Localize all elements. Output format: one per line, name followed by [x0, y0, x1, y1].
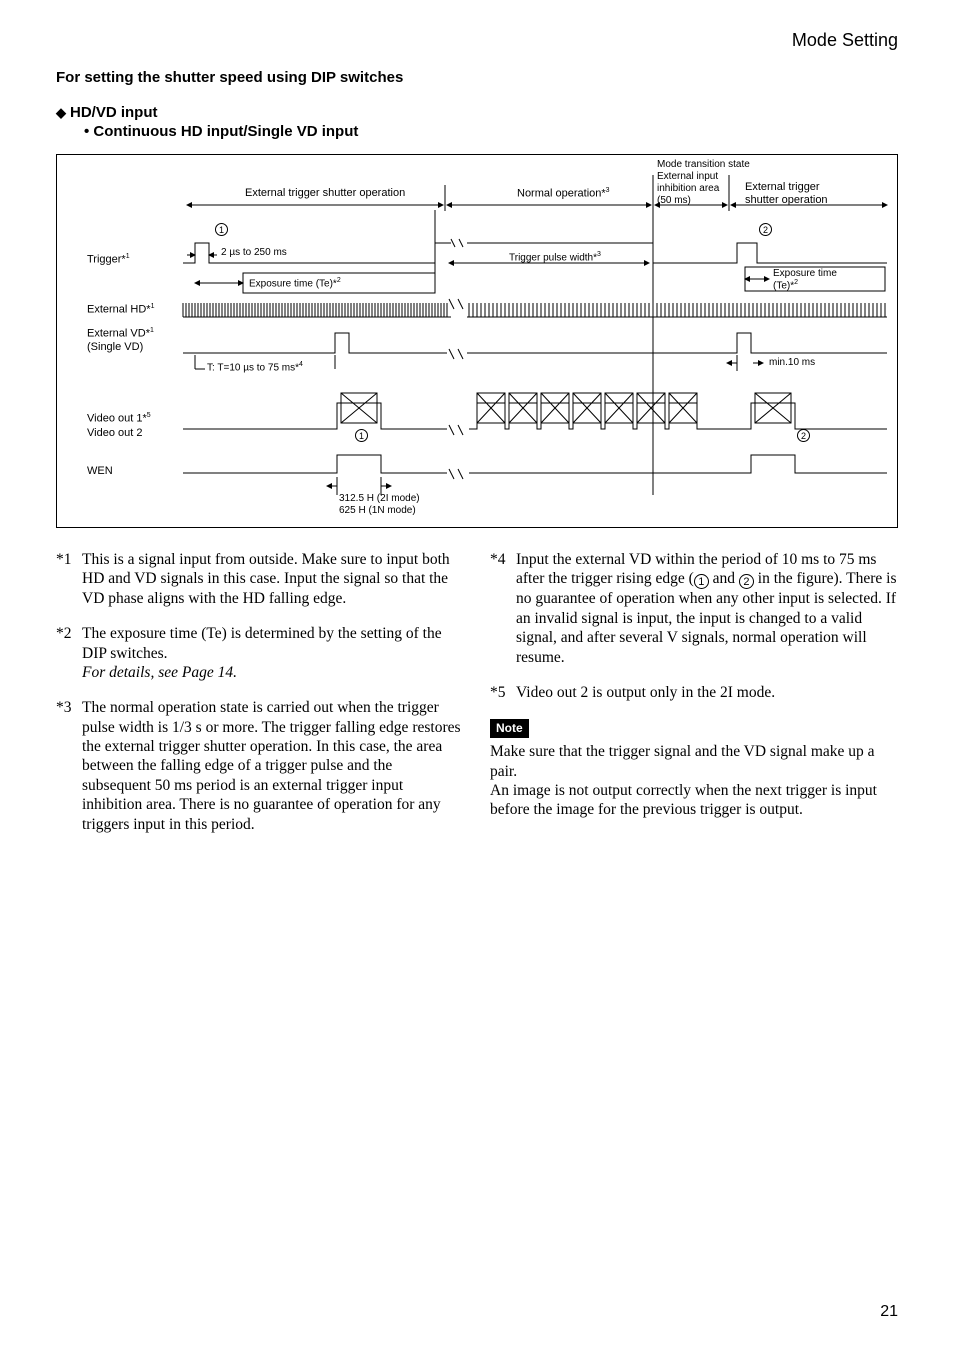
- marker-circ-2-top: 2: [759, 223, 772, 236]
- header-title: Mode Setting: [56, 30, 898, 51]
- marker-circ-2-video: 2: [797, 429, 810, 442]
- footnote-2: *2 The exposure time (Te) is determined …: [56, 624, 464, 682]
- label-min10: min.10 ms: [769, 357, 815, 368]
- label-t-period: T: T=10 µs to 75 ms*4: [207, 361, 303, 373]
- label-pulse-range: 2 µs to 250 ms: [221, 247, 287, 258]
- marker-circ-1-text: 1: [694, 574, 709, 589]
- label-bottom-h: 312.5 H (2I mode) 625 H (1N mode): [339, 493, 420, 517]
- footnotes-columns: *1 This is a signal input from outside. …: [56, 550, 898, 850]
- marker-circ-2-text: 2: [739, 574, 754, 589]
- note-section: Note Make sure that the trigger signal a…: [490, 718, 898, 820]
- label-normal-op: Normal operation*3: [517, 187, 610, 200]
- footnote-4: *4 Input the external VD within the peri…: [490, 550, 898, 667]
- footnote-1: *1 This is a signal input from outside. …: [56, 550, 464, 608]
- label-trigger-pulse-width: Trigger pulse width*3: [509, 251, 601, 263]
- label-video-out: Video out 1*5 Video out 2: [87, 411, 151, 440]
- note-body-2: An image is not output correctly when th…: [490, 781, 898, 820]
- marker-circ-1-top: 1: [215, 223, 228, 236]
- label-exposure-time: Exposure time (Te)*2: [249, 277, 341, 289]
- timing-diagram: External trigger shutter operation Norma…: [56, 154, 898, 528]
- diamond-icon: ◆: [56, 105, 66, 120]
- section-title: For setting the shutter speed using DIP …: [56, 69, 898, 86]
- footnote-3: *3 The normal operation state is carried…: [56, 698, 464, 834]
- page-number: 21: [880, 1303, 898, 1321]
- note-body-1: Make sure that the trigger signal and th…: [490, 742, 898, 781]
- marker-circ-1-video: 1: [355, 429, 368, 442]
- label-ext-vd: External VD*1 (Single VD): [87, 327, 154, 354]
- sub1-text: HD/VD input: [70, 104, 158, 121]
- label-mode-transition: Mode transition state External input inh…: [657, 159, 750, 207]
- timing-svg: [57, 155, 897, 527]
- note-badge: Note: [490, 719, 529, 738]
- footnote-5: *5 Video out 2 is output only in the 2I …: [490, 683, 898, 702]
- sub-heading-continuous: • Continuous HD input/Single VD input: [84, 123, 898, 140]
- label-ext-trigger-op: External trigger shutter operation: [245, 187, 405, 199]
- sub-heading-hdvd: ◆ HD/VD input: [56, 104, 898, 121]
- label-exposure-time-right: Exposure time (Te)*2: [773, 268, 837, 291]
- label-ext-hd: External HD*1: [87, 303, 154, 316]
- label-ext-trigger-op-right: External trigger shutter operation: [745, 181, 828, 207]
- label-trigger: Trigger*1: [87, 253, 130, 266]
- label-wen: WEN: [87, 465, 113, 477]
